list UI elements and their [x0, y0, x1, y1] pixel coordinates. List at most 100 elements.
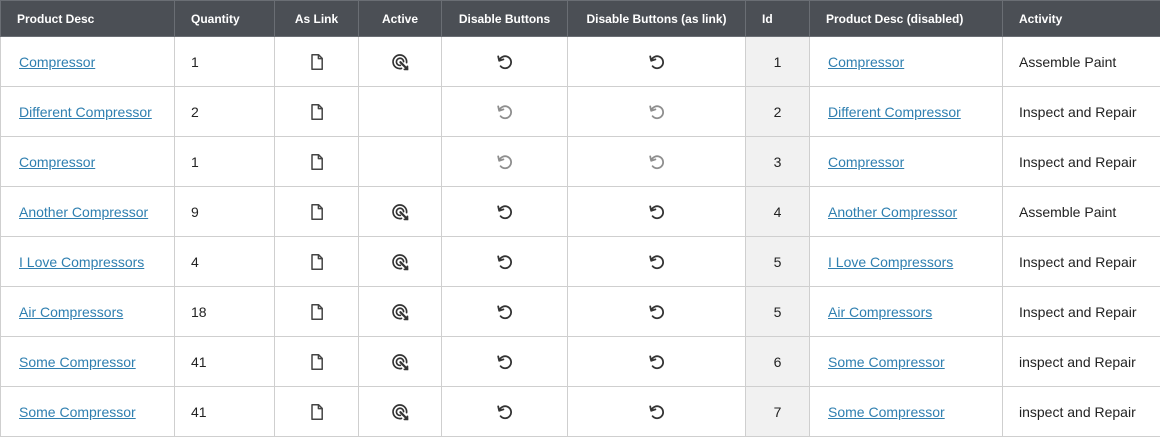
- document-icon[interactable]: [308, 353, 326, 371]
- document-icon[interactable]: [308, 253, 326, 271]
- active-cell: [359, 387, 442, 437]
- quantity-cell: 9: [175, 187, 275, 237]
- product-desc-disabled-link[interactable]: Another Compressor: [826, 204, 957, 220]
- disable-buttons-cell: [442, 387, 568, 437]
- undo-icon[interactable]: [496, 203, 514, 221]
- id-cell: 5: [746, 287, 810, 337]
- activity-cell: Inspect and Repair: [1003, 287, 1160, 337]
- product-desc-cell: Compressor: [1, 137, 175, 187]
- column-header-active[interactable]: Active: [359, 1, 442, 37]
- product-desc-disabled-link[interactable]: Air Compressors: [826, 304, 932, 320]
- product-desc-disabled-cell: Different Compressor: [810, 87, 1003, 137]
- disable-buttons-as-link-cell: [568, 87, 746, 137]
- as-link-cell: [275, 237, 359, 287]
- undo-icon[interactable]: [496, 53, 514, 71]
- undo-icon[interactable]: [648, 303, 666, 321]
- column-header-quantity[interactable]: Quantity: [175, 1, 275, 37]
- product-desc-disabled-cell: Compressor: [810, 37, 1003, 87]
- undo-icon[interactable]: [648, 203, 666, 221]
- product-desc-cell: Some Compressor: [1, 337, 175, 387]
- activity-cell: Inspect and Repair: [1003, 87, 1160, 137]
- quantity-cell: 1: [175, 137, 275, 187]
- product-grid: Product Desc Quantity As Link Active Dis…: [0, 0, 1160, 437]
- product-desc-link[interactable]: I Love Compressors: [17, 254, 144, 270]
- target-pointer-icon[interactable]: [391, 403, 409, 421]
- product-desc-disabled-cell: Another Compressor: [810, 187, 1003, 237]
- product-desc-disabled-cell: I Love Compressors: [810, 237, 1003, 287]
- target-pointer-icon[interactable]: [391, 353, 409, 371]
- quantity-cell: 18: [175, 287, 275, 337]
- as-link-cell: [275, 287, 359, 337]
- disable-buttons-cell: [442, 87, 568, 137]
- product-desc-link[interactable]: Different Compressor: [17, 104, 152, 120]
- column-header-product-desc-disabled[interactable]: Product Desc (disabled): [810, 1, 1003, 37]
- product-desc-link[interactable]: Compressor: [17, 154, 95, 170]
- active-cell: [359, 87, 442, 137]
- quantity-cell: 4: [175, 237, 275, 287]
- activity-cell: Inspect and Repair: [1003, 237, 1160, 287]
- target-pointer-icon[interactable]: [391, 253, 409, 271]
- target-pointer-icon[interactable]: [391, 303, 409, 321]
- undo-icon[interactable]: [496, 303, 514, 321]
- disable-buttons-as-link-cell: [568, 187, 746, 237]
- id-cell: 7: [746, 387, 810, 437]
- undo-icon[interactable]: [648, 403, 666, 421]
- column-header-id[interactable]: Id: [746, 1, 810, 37]
- column-header-disable-buttons[interactable]: Disable Buttons: [442, 1, 568, 37]
- disable-buttons-as-link-cell: [568, 37, 746, 87]
- product-desc-disabled-link[interactable]: Compressor: [826, 154, 904, 170]
- document-icon[interactable]: [308, 403, 326, 421]
- product-desc-link[interactable]: Another Compressor: [17, 204, 148, 220]
- quantity-cell: 1: [175, 37, 275, 87]
- quantity-cell: 41: [175, 387, 275, 437]
- activity-cell: Assemble Paint: [1003, 37, 1160, 87]
- disable-buttons-cell: [442, 237, 568, 287]
- table-row: Another Compressor 9: [1, 187, 1160, 237]
- disable-buttons-cell: [442, 37, 568, 87]
- undo-icon[interactable]: [496, 403, 514, 421]
- column-header-disable-buttons-as-link[interactable]: Disable Buttons (as link): [568, 1, 746, 37]
- column-header-activity[interactable]: Activity: [1003, 1, 1160, 37]
- product-desc-disabled-cell: Compressor: [810, 137, 1003, 187]
- disable-buttons-as-link-cell: [568, 237, 746, 287]
- table-row: Compressor 1: [1, 37, 1160, 87]
- target-pointer-icon[interactable]: [391, 203, 409, 221]
- product-desc-link[interactable]: Compressor: [17, 54, 95, 70]
- active-cell: [359, 287, 442, 337]
- id-cell: 1: [746, 37, 810, 87]
- product-desc-link[interactable]: Air Compressors: [17, 304, 123, 320]
- table-row: Different Compressor 2: [1, 87, 1160, 137]
- undo-icon[interactable]: [648, 353, 666, 371]
- column-header-product-desc[interactable]: Product Desc: [1, 1, 175, 37]
- product-desc-link[interactable]: Some Compressor: [17, 404, 136, 420]
- product-desc-disabled-link[interactable]: Some Compressor: [826, 404, 945, 420]
- product-desc-cell: Air Compressors: [1, 287, 175, 337]
- document-icon[interactable]: [308, 103, 326, 121]
- disable-buttons-as-link-cell: [568, 337, 746, 387]
- undo-icon[interactable]: [496, 353, 514, 371]
- undo-icon[interactable]: [648, 53, 666, 71]
- target-pointer-icon[interactable]: [391, 53, 409, 71]
- product-desc-disabled-link[interactable]: Some Compressor: [826, 354, 945, 370]
- product-desc-link[interactable]: Some Compressor: [17, 354, 136, 370]
- table-row: Some Compressor 41: [1, 337, 1160, 387]
- undo-icon[interactable]: [648, 253, 666, 271]
- document-icon[interactable]: [308, 303, 326, 321]
- document-icon[interactable]: [308, 53, 326, 71]
- undo-icon: [648, 153, 666, 171]
- column-header-as-link[interactable]: As Link: [275, 1, 359, 37]
- undo-icon[interactable]: [496, 253, 514, 271]
- activity-cell: inspect and Repair: [1003, 337, 1160, 387]
- as-link-cell: [275, 387, 359, 437]
- product-desc-disabled-link[interactable]: Compressor: [826, 54, 904, 70]
- product-desc-disabled-link[interactable]: Different Compressor: [826, 104, 961, 120]
- quantity-cell: 41: [175, 337, 275, 387]
- product-desc-disabled-link[interactable]: I Love Compressors: [826, 254, 953, 270]
- table-row: I Love Compressors 4: [1, 237, 1160, 287]
- document-icon[interactable]: [308, 153, 326, 171]
- as-link-cell: [275, 337, 359, 387]
- product-desc-disabled-cell: Some Compressor: [810, 387, 1003, 437]
- document-icon[interactable]: [308, 203, 326, 221]
- activity-cell: inspect and Repair: [1003, 387, 1160, 437]
- undo-icon: [496, 153, 514, 171]
